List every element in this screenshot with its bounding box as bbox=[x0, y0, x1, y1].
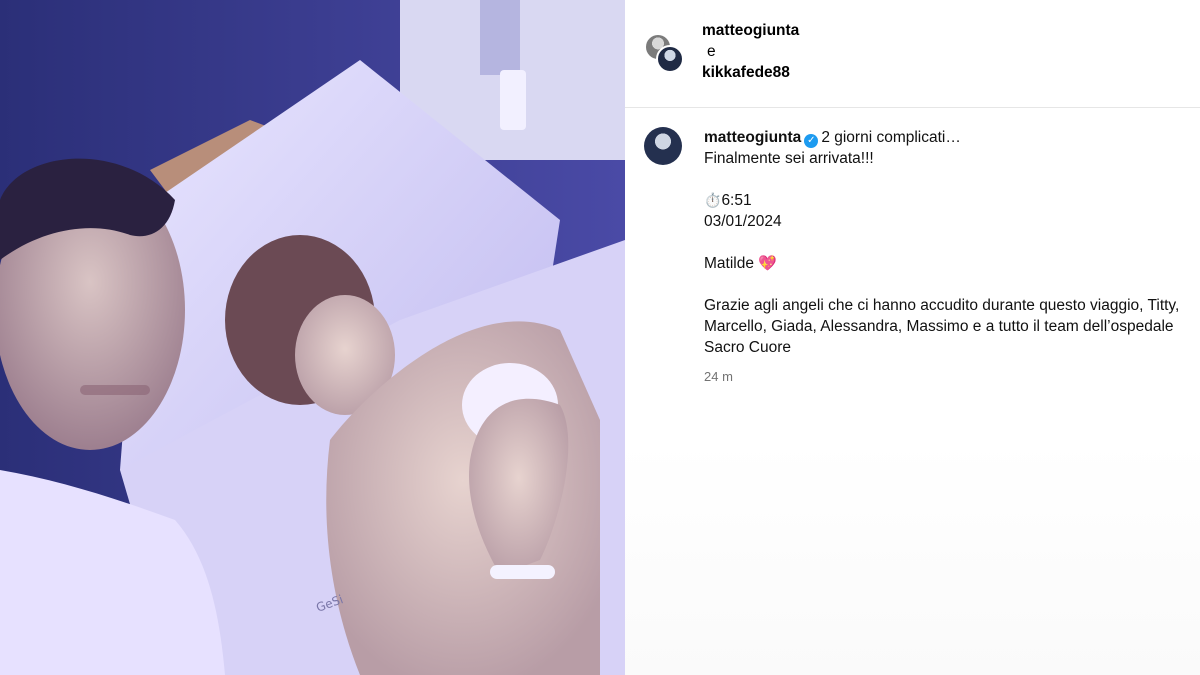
collab-avatars[interactable] bbox=[644, 33, 688, 77]
stopwatch-icon: ⏱️ bbox=[704, 192, 722, 208]
caption-line-1: 2 giorni complicati… bbox=[821, 129, 961, 146]
collab-names: matteogiunta e kikkafede88 bbox=[702, 20, 799, 83]
caption-username[interactable]: matteogiunta bbox=[704, 129, 801, 146]
photo-image: GeSi bbox=[0, 0, 625, 675]
heart-icon: 💖 bbox=[758, 255, 777, 272]
caption-line-2: Finalmente sei arrivata!!! bbox=[704, 150, 874, 167]
username-link[interactable]: matteogiunta bbox=[702, 20, 799, 41]
comments-area bbox=[625, 440, 1200, 675]
avatar[interactable] bbox=[656, 45, 684, 73]
post-view: GeSi matteogiunta e kikkafede88 matteogi… bbox=[0, 0, 1200, 675]
conjunction-text: e bbox=[707, 43, 716, 60]
caption-name: Matilde bbox=[704, 255, 754, 272]
post-photo[interactable]: GeSi bbox=[0, 0, 625, 675]
caption-body: matteogiunta ✓ 2 giorni complicati… Finalm… bbox=[704, 127, 1184, 387]
post-header: matteogiunta e kikkafede88 bbox=[625, 0, 1200, 108]
caption-thanks: Grazie agli angeli che ci hanno accudito… bbox=[704, 297, 1180, 356]
caption-time: 6:51 bbox=[721, 192, 752, 209]
post-time-ago[interactable]: 24 m bbox=[704, 366, 1184, 387]
caption-date: 03/01/2024 bbox=[704, 213, 782, 230]
avatar[interactable] bbox=[644, 127, 682, 165]
post-details: matteogiunta e kikkafede88 matteogiunta ✓… bbox=[625, 0, 1200, 675]
username-link[interactable]: kikkafede88 bbox=[702, 62, 799, 83]
verified-badge-icon: ✓ bbox=[804, 134, 819, 148]
